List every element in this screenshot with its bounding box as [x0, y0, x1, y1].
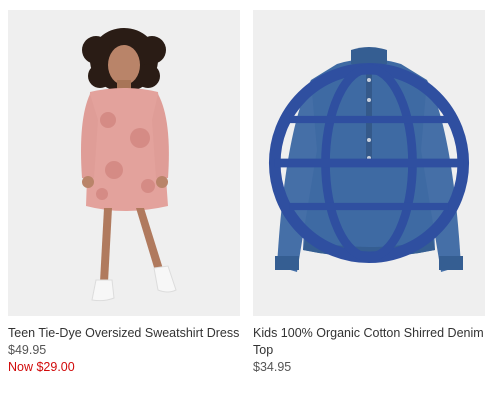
- product-card[interactable]: Kids 100% Organic Cotton Shirred Denim T…: [253, 10, 485, 376]
- globe-icon: [268, 62, 470, 264]
- model-in-pink-sweatshirt-dress-icon: [8, 10, 240, 316]
- product-image[interactable]: [8, 10, 240, 316]
- product-name[interactable]: Teen Tie-Dye Oversized Sweatshirt Dress: [8, 325, 240, 342]
- product-name[interactable]: Kids 100% Organic Cotton Shirred Denim T…: [253, 325, 485, 359]
- product-sale-price: Now $29.00: [8, 360, 75, 374]
- product-grid: Teen Tie-Dye Oversized Sweatshirt Dress …: [0, 0, 492, 403]
- product-image[interactable]: [253, 10, 485, 316]
- product-price: $49.95: [8, 343, 47, 357]
- product-card[interactable]: Teen Tie-Dye Oversized Sweatshirt Dress …: [8, 10, 240, 376]
- product-price: $34.95: [253, 360, 292, 374]
